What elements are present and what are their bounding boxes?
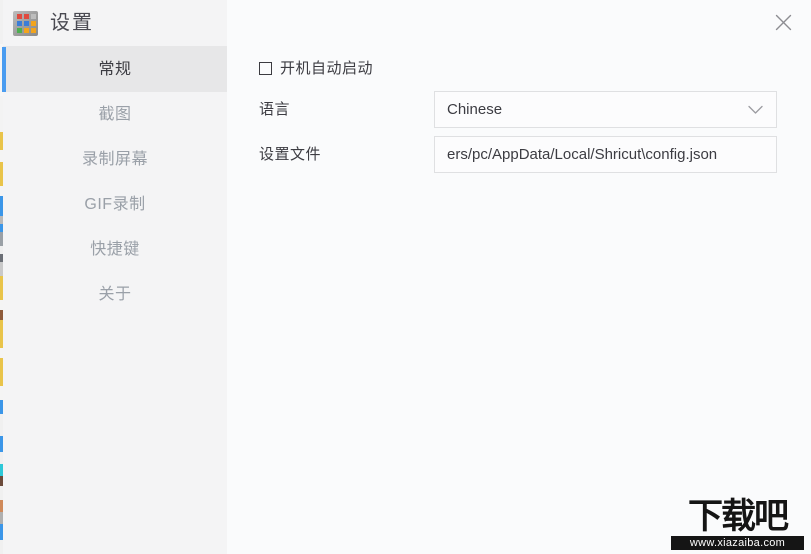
title-bar: 设置 bbox=[3, 0, 227, 46]
autostart-checkbox[interactable]: 开机自动启动 bbox=[259, 61, 373, 76]
sidebar-nav: 常规 截图 录制屏幕 GIF录制 快捷键 关于 bbox=[2, 47, 227, 317]
sidebar: 设置 常规 截图 录制屏幕 GIF录制 快捷键 关于 bbox=[2, 0, 227, 554]
autostart-row: 开机自动启动 bbox=[259, 53, 777, 83]
close-button[interactable] bbox=[766, 7, 800, 37]
config-file-value: ers/pc/AppData/Local/Shricut\config.json bbox=[447, 147, 718, 162]
watermark-brand: 下载吧 bbox=[687, 497, 789, 537]
sidebar-item-general[interactable]: 常规 bbox=[2, 47, 227, 92]
checkbox-box-icon bbox=[259, 61, 272, 75]
language-row: 语言 Chinese bbox=[259, 91, 777, 128]
sidebar-item-hotkeys[interactable]: 快捷键 bbox=[3, 227, 227, 272]
sidebar-item-label: 快捷键 bbox=[90, 240, 140, 258]
content-panel: 开机自动启动 语言 Chinese 设置文件 ers/pc/AppData/Lo… bbox=[227, 0, 811, 554]
sidebar-item-screenshot[interactable]: 截图 bbox=[3, 92, 227, 137]
sidebar-item-about[interactable]: 关于 bbox=[3, 272, 227, 317]
language-label: 语言 bbox=[259, 101, 291, 118]
sidebar-item-label: 录制屏幕 bbox=[81, 150, 148, 168]
app-grid-icon bbox=[12, 10, 39, 37]
config-file-row: 设置文件 ers/pc/AppData/Local/Shricut\config… bbox=[259, 136, 777, 173]
window-title: 设置 bbox=[50, 12, 94, 34]
settings-window: 设置 常规 截图 录制屏幕 GIF录制 快捷键 关于 开机自动启动 语言 Chi… bbox=[0, 0, 811, 554]
sidebar-item-label: 关于 bbox=[98, 285, 132, 303]
chevron-down-icon bbox=[748, 105, 763, 114]
sidebar-item-label: 截图 bbox=[98, 105, 132, 123]
general-settings-form: 开机自动启动 语言 Chinese 设置文件 ers/pc/AppData/Lo… bbox=[259, 53, 777, 181]
language-select[interactable]: Chinese bbox=[434, 91, 777, 128]
sidebar-item-label: 常规 bbox=[98, 60, 132, 78]
watermark-url: www.xiazaiba.com bbox=[671, 536, 804, 550]
sidebar-item-record-screen[interactable]: 录制屏幕 bbox=[3, 137, 227, 182]
sidebar-item-label: GIF录制 bbox=[84, 195, 146, 213]
sidebar-item-gif-record[interactable]: GIF录制 bbox=[3, 182, 227, 227]
config-file-input[interactable]: ers/pc/AppData/Local/Shricut\config.json bbox=[434, 136, 777, 173]
language-value: Chinese bbox=[447, 102, 503, 117]
config-file-label: 设置文件 bbox=[259, 146, 322, 163]
close-icon bbox=[775, 14, 791, 30]
site-watermark: 下载吧 www.xiazaiba.com bbox=[671, 497, 804, 550]
autostart-label: 开机自动启动 bbox=[280, 59, 374, 77]
